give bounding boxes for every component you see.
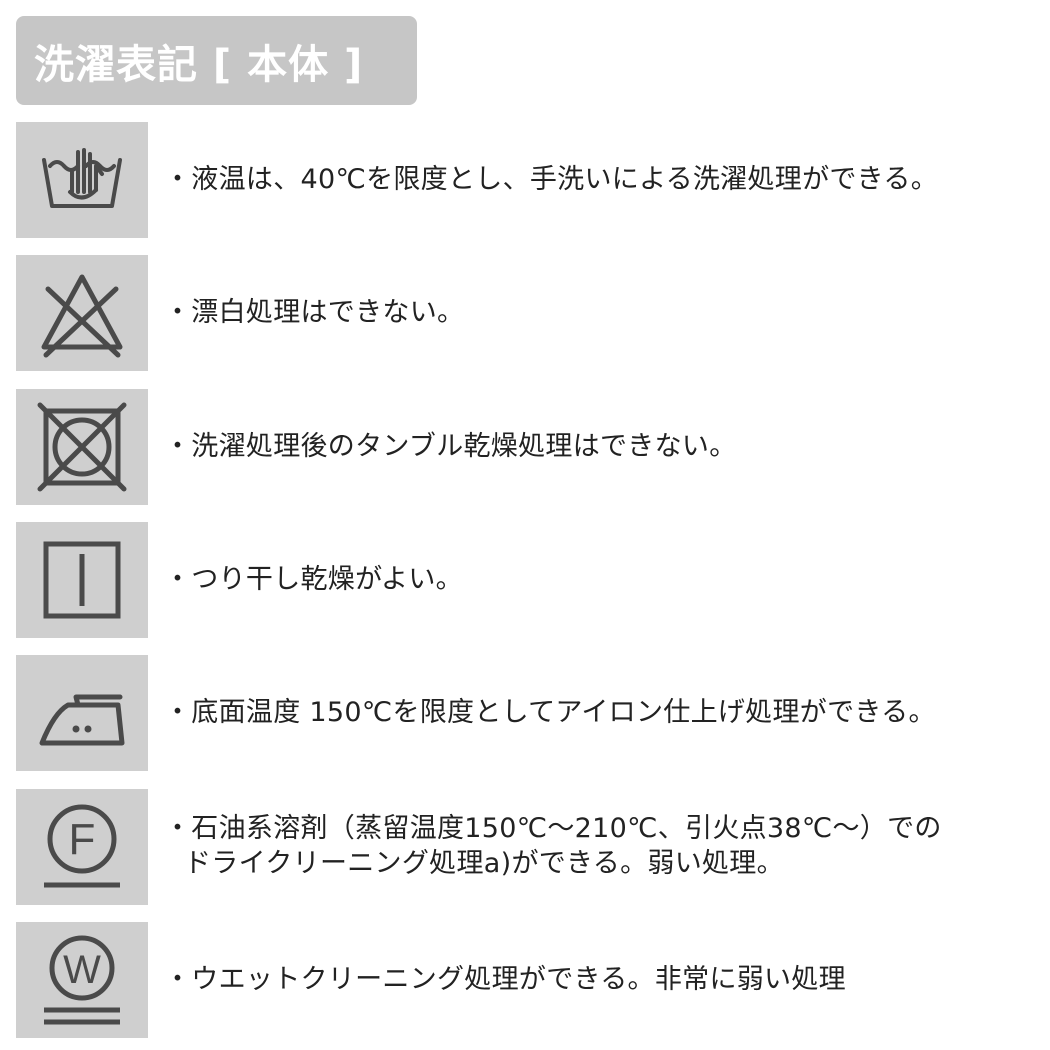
line-dry-icon xyxy=(43,541,121,619)
care-text: ・洗濯処理後のタンブル乾燥処理はできない。 xyxy=(164,430,737,462)
care-text: ・石油系溶剤（蒸留温度150℃～210℃、引火点38℃～）での xyxy=(164,813,942,845)
no-bleach-icon xyxy=(41,274,123,358)
care-description: ・ウエットクリーニング処理ができる。非常に弱い処理 xyxy=(164,922,1024,1038)
care-text: ・液温は、40℃を限度とし、手洗いによる洗濯処理ができる。 xyxy=(164,163,939,195)
icon-tile xyxy=(16,255,148,371)
care-row-no-tumble-dry: ・洗濯処理後のタンブル乾燥処理はできない。 xyxy=(16,389,1036,505)
wet-clean-w-very-mild-icon: W xyxy=(44,935,120,1025)
care-text: ・漂白処理はできない。 xyxy=(164,296,465,328)
icon-tile xyxy=(16,389,148,505)
icon-tile: W xyxy=(16,922,148,1038)
dry-clean-letter: F xyxy=(69,815,96,864)
icon-tile xyxy=(16,655,148,771)
care-text: ・ウエットクリーニング処理ができる。非常に弱い処理 xyxy=(164,963,846,995)
icon-tile: F xyxy=(16,789,148,905)
hand-wash-40-icon xyxy=(42,148,122,208)
care-description: ・石油系溶剤（蒸留温度150℃～210℃、引火点38℃～）での ドライクリーニン… xyxy=(164,789,1024,905)
title-badge: 洗濯表記 [ 本体 ] xyxy=(16,16,417,105)
icon-tile xyxy=(16,122,148,238)
care-description: ・液温は、40℃を限度とし、手洗いによる洗濯処理ができる。 xyxy=(164,122,1024,238)
care-row-dry-clean: F ・石油系溶剤（蒸留温度150℃～210℃、引火点38℃～）での ドライクリー… xyxy=(16,789,1036,905)
iron-low-temp-icon xyxy=(39,694,125,746)
care-description: ・漂白処理はできない。 xyxy=(164,255,1024,371)
care-row-wet-clean: W ・ウエットクリーニング処理ができる。非常に弱い処理 xyxy=(16,922,1036,1038)
care-row-hand-wash: ・液温は、40℃を限度とし、手洗いによる洗濯処理ができる。 xyxy=(16,122,1036,238)
care-text-continued: ドライクリーニング処理a)ができる。弱い処理。 xyxy=(184,848,784,879)
care-row-line-dry: ・つり干し乾燥がよい。 xyxy=(16,522,1036,638)
page-title: 洗濯表記 [ 本体 ] xyxy=(34,41,364,88)
care-description: ・底面温度 150℃を限度としてアイロン仕上げ処理ができる。 xyxy=(164,655,1024,771)
wet-clean-letter: W xyxy=(63,948,101,992)
care-description: ・つり干し乾燥がよい。 xyxy=(164,522,1024,638)
care-text: ・つり干し乾燥がよい。 xyxy=(164,563,463,595)
care-row-no-bleach: ・漂白処理はできない。 xyxy=(16,255,1036,371)
care-description: ・洗濯処理後のタンブル乾燥処理はできない。 xyxy=(164,389,1024,505)
no-tumble-dry-icon xyxy=(37,402,127,492)
icon-tile xyxy=(16,522,148,638)
care-row-iron: ・底面温度 150℃を限度としてアイロン仕上げ処理ができる。 xyxy=(16,655,1036,771)
care-text: ・底面温度 150℃を限度としてアイロン仕上げ処理ができる。 xyxy=(164,696,936,728)
dry-clean-f-mild-icon: F xyxy=(44,804,120,888)
